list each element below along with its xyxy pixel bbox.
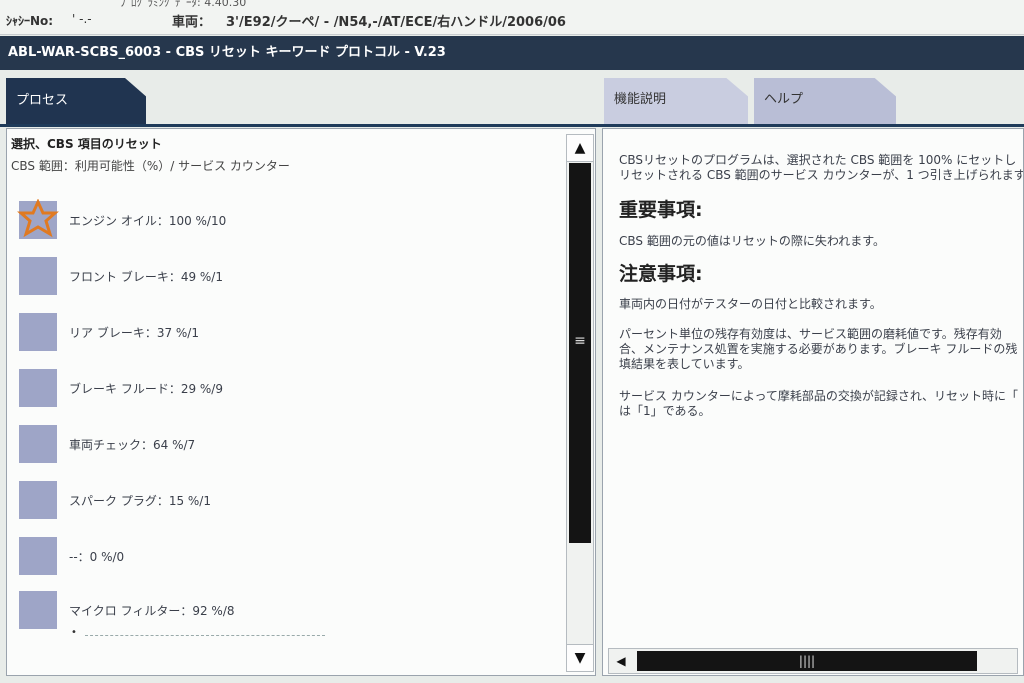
cbs-item-spark-plug[interactable]: スパーク プラグ：15 %/1 — [19, 481, 559, 521]
important-text: CBS 範囲の元の値はリセットの際に失われます。 — [619, 234, 886, 248]
help-panel: CBSリセットのプログラムは、選択された CBS 範囲を 100% にセットし … — [602, 128, 1024, 676]
cbs-item-label: リア ブレーキ：37 %/1 — [69, 326, 199, 340]
grip-icon: ≡ — [574, 333, 586, 349]
panel-subheading: CBS 範囲：利用可能性（%）/ サービス カウンター — [11, 159, 290, 173]
window-title: ABL-WAR-SCBS_6003 - CBS リセット キーワード プロトコル… — [0, 36, 1024, 70]
cbs-item-label: --：0 %/0 — [69, 550, 125, 564]
cbs-item-brake-fluid[interactable]: ブレーキ フルード：29 %/9 — [19, 369, 559, 409]
note-text-1: 車両内の日付がテスターの日付と比較されます。 — [619, 297, 882, 311]
square-icon — [19, 313, 57, 351]
tab-process[interactable]: プロセス — [6, 78, 146, 124]
divider — [85, 635, 325, 636]
cbs-item-rear-brake[interactable]: リア ブレーキ：37 %/1 — [19, 313, 559, 353]
square-icon — [19, 257, 57, 295]
cbs-item-vehicle-check[interactable]: 車両チェック：64 %/7 — [19, 425, 559, 465]
note-text-3b: は「1」である。 — [619, 404, 711, 418]
cbs-selection-panel: 選択、CBS 項目のリセット CBS 範囲：利用可能性（%）/ サービス カウン… — [6, 128, 596, 676]
scroll-up-icon[interactable]: ▲ — [567, 135, 593, 162]
cbs-item-label: フロント ブレーキ：49 %/1 — [69, 270, 223, 284]
bullet: • — [71, 627, 77, 638]
tab-function-description[interactable]: 機能説明 — [604, 78, 748, 124]
cbs-item-micro-filter[interactable]: マイクロ フィルター：92 %/8 — [19, 591, 559, 631]
cbs-item-label: エンジン オイル：100 %/10 — [69, 214, 227, 228]
cbs-item-label: マイクロ フィルター：92 %/8 — [69, 604, 235, 618]
chassis-label: ｼｬｼｰNo: — [6, 14, 54, 28]
panel-heading: 選択、CBS 項目のリセット — [11, 137, 162, 151]
note-heading: 注意事項: — [619, 263, 703, 285]
vertical-scrollbar[interactable]: ▲ ≡ ▼ — [566, 134, 594, 672]
cbs-item-front-brake[interactable]: フロント ブレーキ：49 %/1 — [19, 257, 559, 297]
square-icon — [19, 481, 57, 519]
square-icon — [19, 369, 57, 407]
tab-help[interactable]: ヘルプ — [754, 78, 896, 124]
cbs-item-label: 車両チェック：64 %/7 — [69, 438, 196, 452]
scroll-left-icon[interactable]: ◀ — [609, 649, 633, 673]
square-icon — [19, 537, 57, 575]
vehicle-value: 3'/E92/クーペ/ - /N54,-/AT/ECE/右ハンドル/2006/0… — [226, 15, 566, 30]
important-heading: 重要事項: — [619, 199, 703, 221]
star-icon — [17, 199, 59, 239]
scroll-thumb[interactable]: ≡ — [569, 163, 591, 543]
tab-divider — [0, 124, 1024, 127]
help-intro-line2: リセットされる CBS 範囲のサービス カウンターが、1 つ引き上げられます — [619, 168, 1024, 182]
scroll-down-icon[interactable]: ▼ — [567, 644, 593, 671]
programming-data-text: ﾌﾟﾛｸﾞﾗﾐﾝｸﾞﾃﾞｰﾀ: 4.40.30 — [120, 0, 247, 9]
horizontal-scrollbar[interactable]: ◀ |||| — [608, 648, 1018, 674]
cbs-item-label: ブレーキ フルード：29 %/9 — [69, 382, 223, 396]
square-icon — [19, 425, 57, 463]
vehicle-label: 車両： — [172, 15, 212, 30]
chassis-value: ' -.- — [72, 12, 92, 26]
vehicle-info-bar: ﾌﾟﾛｸﾞﾗﾐﾝｸﾞﾃﾞｰﾀ: 4.40.30 ｼｬｼｰNo: ' -.- 車両… — [0, 0, 1024, 35]
cbs-item-engine-oil[interactable]: エンジン オイル：100 %/10 — [17, 199, 559, 241]
square-icon — [19, 591, 57, 629]
cbs-item-empty[interactable]: --：0 %/0 — [19, 537, 559, 577]
horizontal-scroll-thumb[interactable]: |||| — [637, 651, 977, 671]
cbs-item-label: スパーク プラグ：15 %/1 — [69, 494, 211, 508]
note-text-2c: 填結果を表しています。 — [619, 357, 750, 371]
